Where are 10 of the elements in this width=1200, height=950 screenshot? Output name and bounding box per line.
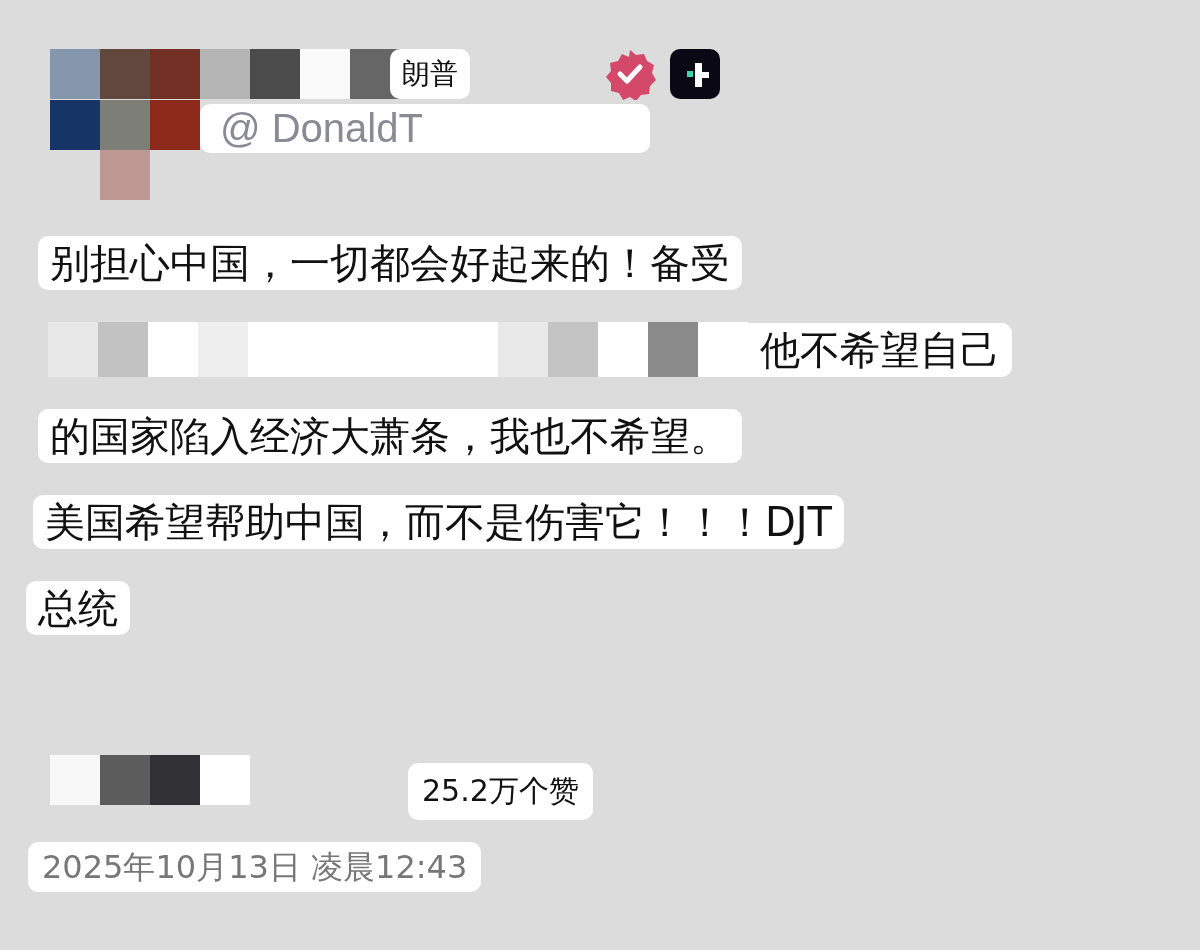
app-logo-icon — [670, 49, 720, 99]
post-text: 他不希望自己 — [748, 322, 1012, 377]
like-count: 25.2万个赞 — [408, 763, 593, 820]
author-name: 朗普 — [390, 49, 470, 99]
post-text: 总统 — [26, 581, 130, 635]
post-text: 别担心中国，一切都会好起来的！备受 — [38, 236, 742, 290]
post-text: 美国希望帮助中国，而不是伤害它！！！DJT — [33, 495, 845, 549]
author-handle: @ DonaldT — [200, 104, 650, 153]
post-timestamp: 2025年10月13日 凌晨12:43 — [28, 842, 482, 893]
post-text: 的国家陷入经济大萧条，我也不希望。 — [38, 409, 742, 463]
